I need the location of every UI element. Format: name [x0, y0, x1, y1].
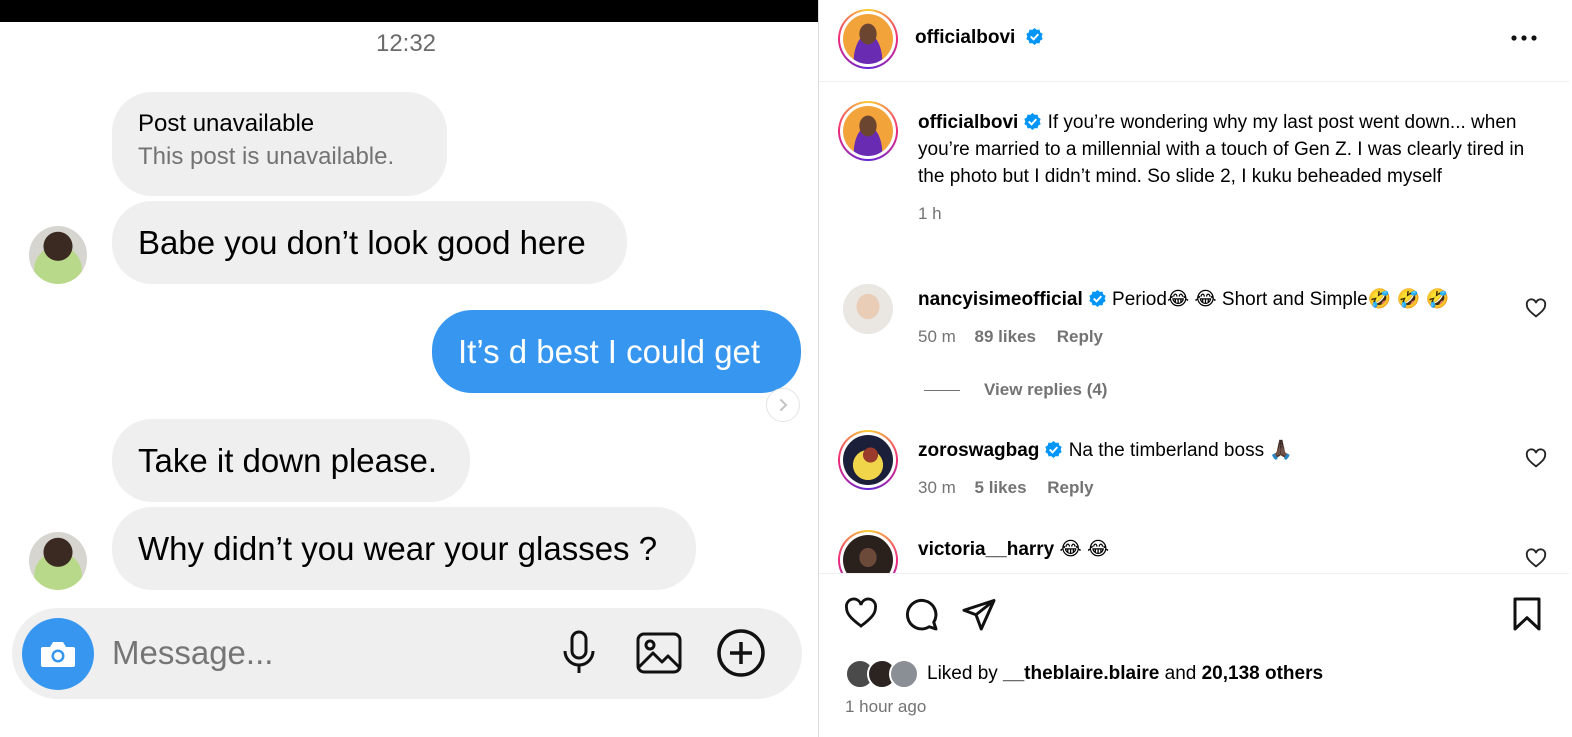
liked-by-user[interactable]: __theblaire.blaire [1003, 663, 1159, 684]
share-button[interactable] [961, 596, 997, 632]
comment-username[interactable]: nancyisimeofficial [918, 289, 1083, 310]
message-bubble-received[interactable]: Why didn’t you wear your glasses ? [112, 507, 696, 590]
gallery-button[interactable] [634, 628, 684, 678]
commenter-avatar[interactable] [838, 430, 898, 490]
comment: victoria__harry 😂 😂 [918, 536, 1518, 563]
caption-avatar[interactable] [838, 101, 898, 161]
post-timestamp: 1 hour ago [845, 697, 927, 716]
plus-circle-icon [717, 629, 765, 677]
comment-text: Na the timberland boss 🙏🏿 [1068, 440, 1294, 461]
post-caption: officialbovi If you’re wondering why my … [918, 109, 1538, 227]
image-icon [636, 632, 682, 674]
verified-badge-icon [1045, 440, 1063, 459]
liked-by: Liked by __theblaire.blaire and 20,138 o… [845, 658, 1323, 690]
message-bubble-received[interactable]: Take it down please. [112, 419, 470, 502]
view-replies-button[interactable]: View replies (4) [924, 380, 1107, 400]
liked-by-and: and [1159, 663, 1202, 684]
author-avatar[interactable] [838, 9, 898, 69]
comment-username[interactable]: zoroswagbag [918, 440, 1039, 461]
caption-username[interactable]: officialbovi [918, 112, 1018, 133]
like-comment-icon[interactable] [1525, 448, 1547, 470]
caption-time: 1 h [918, 204, 942, 223]
comment-clip: victoria__harry 😂 😂 [819, 520, 1569, 573]
divider [819, 573, 1569, 574]
post-header: officialbovi [819, 0, 1569, 82]
status-bar [0, 0, 818, 22]
message-timestamp: 12:32 [375, 30, 437, 57]
heart-icon [845, 597, 877, 628]
more-options-button[interactable] [1509, 26, 1539, 50]
more-options-icon [1511, 35, 1537, 41]
forward-button[interactable] [766, 388, 800, 422]
camera-button[interactable] [22, 618, 94, 690]
view-replies-label: View replies (4) [984, 380, 1108, 399]
more-actions-button[interactable] [716, 628, 766, 678]
commenter-avatar[interactable] [843, 284, 893, 334]
comment-text: 😂 😂 [1059, 539, 1110, 560]
comment-likes[interactable]: 5 likes [975, 478, 1027, 497]
shared-post-bubble[interactable]: Post unavailable This post is unavailabl… [112, 92, 447, 196]
message-input[interactable] [112, 632, 412, 674]
comment-icon [905, 598, 938, 631]
commenter-avatar[interactable] [838, 530, 898, 573]
comment: nancyisimeofficial Period😂 😂 Short and S… [918, 286, 1518, 350]
message-composer [12, 608, 802, 699]
like-comment-icon[interactable] [1525, 548, 1547, 570]
post-panel: officialbovi officialbovi If you’re wond… [818, 0, 1572, 737]
comment-text: Period😂 😂 Short and Simple🤣 🤣 🤣 [1112, 289, 1450, 310]
microphone-icon [563, 630, 595, 673]
sender-avatar[interactable] [29, 226, 87, 284]
reply-button[interactable]: Reply [1047, 478, 1093, 497]
comment-button[interactable] [903, 596, 939, 632]
comment-time: 50 m [918, 327, 956, 346]
message-bubble-sent[interactable]: It’s d best I could get [432, 310, 801, 393]
like-comment-icon[interactable] [1525, 298, 1547, 320]
camera-icon [41, 642, 75, 667]
verified-badge-icon [1026, 27, 1043, 46]
share-icon [962, 599, 996, 631]
chevron-right-icon [780, 399, 788, 411]
shared-post-subtitle: This post is unavailable. [138, 143, 395, 170]
comment: zoroswagbag Na the timberland boss 🙏🏿 30… [918, 437, 1518, 501]
voice-message-button[interactable] [554, 628, 604, 678]
reply-button[interactable]: Reply [1057, 327, 1103, 346]
comment-username[interactable]: victoria__harry [918, 539, 1054, 560]
author-username[interactable]: officialbovi [915, 27, 1015, 48]
bookmark-icon [1513, 597, 1541, 631]
save-button[interactable] [1509, 596, 1545, 632]
shared-post-title: Post unavailable [138, 110, 315, 137]
liker-avatar [889, 659, 919, 689]
message-bubble-received[interactable]: Babe you don’t look good here [112, 201, 627, 284]
comment-time: 30 m [918, 478, 956, 497]
comment-likes[interactable]: 89 likes [975, 327, 1036, 346]
liked-by-prefix: Liked by [927, 663, 1004, 684]
liked-by-count[interactable]: 20,138 others [1202, 663, 1323, 684]
dm-conversation: 12:32 Post unavailable This post is unav… [0, 0, 818, 737]
sender-avatar[interactable] [29, 532, 87, 590]
verified-badge-icon [1024, 112, 1041, 131]
verified-badge-icon [1089, 289, 1106, 308]
like-button[interactable] [843, 596, 879, 632]
